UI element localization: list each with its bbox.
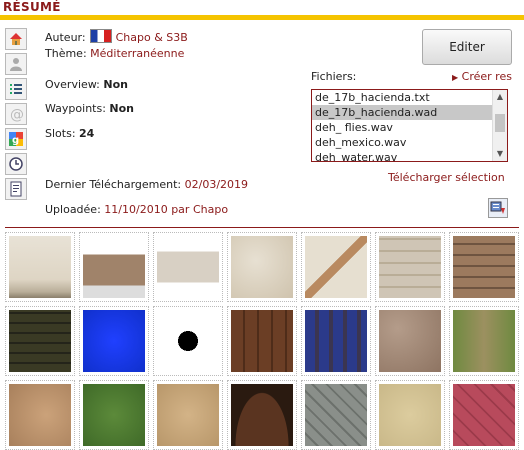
texture-thumbnail[interactable] xyxy=(301,232,371,302)
waypoints-label: Waypoints: xyxy=(45,102,106,115)
clock-icon[interactable] xyxy=(5,153,27,175)
stone-wall-light-texture xyxy=(379,236,441,298)
uploadee-label: Uploadée: xyxy=(45,203,101,216)
page-title: RÉSUMÉ xyxy=(3,0,61,14)
triangle-right-icon: ▶ xyxy=(452,73,459,82)
texture-thumbnail[interactable] xyxy=(375,306,445,376)
texture-thumbnail[interactable] xyxy=(5,380,75,450)
uploadee-row: Uploadée: 11/10/2010 par Chapo xyxy=(45,203,228,216)
texture-thumbnail[interactable] xyxy=(449,232,519,302)
green-grass-texture xyxy=(83,384,145,446)
fichiers-label: Fichiers: xyxy=(311,70,357,83)
texture-thumbnail[interactable] xyxy=(153,232,223,302)
at-icon[interactable]: @ xyxy=(5,103,27,125)
texture-thumbnail[interactable] xyxy=(227,232,297,302)
theme-value: Méditerranéenne xyxy=(90,47,185,60)
list-icon[interactable] xyxy=(5,78,27,100)
texture-thumbnail[interactable] xyxy=(79,380,149,450)
ruined-wall-dark-texture xyxy=(157,236,219,298)
file-item[interactable]: de_17b_hacienda.txt xyxy=(312,90,495,105)
auteur-value[interactable]: Chapo & S3B xyxy=(116,31,188,44)
texture-thumbnail[interactable] xyxy=(449,306,519,376)
cracked-mud-texture xyxy=(379,310,441,372)
gray-cobblestone-texture xyxy=(305,384,367,446)
creer-link[interactable]: ▶ Créer res xyxy=(452,70,512,83)
texture-thumbnail[interactable] xyxy=(301,306,371,376)
slots-label: Slots: xyxy=(45,127,76,140)
texture-thumbnail[interactable] xyxy=(301,380,371,450)
texture-thumbnail[interactable] xyxy=(375,232,445,302)
theme-row: Thème: Méditerranéenne xyxy=(45,47,184,60)
svg-text:@: @ xyxy=(10,107,24,122)
texture-thumbnail[interactable] xyxy=(153,380,223,450)
auteur-label: Auteur: xyxy=(45,31,86,44)
stained-plaster-texture xyxy=(231,236,293,298)
plaster-wall-texture xyxy=(9,236,71,298)
overview-label: Overview: xyxy=(45,78,100,91)
sandy-ground-texture xyxy=(157,384,219,446)
dry-cracked-earth-texture xyxy=(9,384,71,446)
document-icon[interactable] xyxy=(5,178,27,200)
theme-label: Thème: xyxy=(45,47,87,60)
user-icon[interactable] xyxy=(5,53,27,75)
texture-thumbnail[interactable] xyxy=(5,232,75,302)
waypoints-row: Waypoints: Non xyxy=(45,102,134,115)
scroll-thumb[interactable] xyxy=(495,114,505,132)
scroll-up-icon[interactable]: ▲ xyxy=(493,90,507,104)
france-flag-icon xyxy=(89,29,112,43)
arched-wooden-gate-texture xyxy=(231,384,293,446)
home-icon[interactable] xyxy=(5,28,27,50)
wooden-door-texture xyxy=(231,310,293,372)
auteur-row: Auteur: Chapo & S3B xyxy=(45,29,188,44)
texture-thumbnail[interactable] xyxy=(5,306,75,376)
overview-value: Non xyxy=(103,78,129,91)
blue-wood-fence-texture xyxy=(305,310,367,372)
file-item[interactable]: de_17b_hacienda.wad xyxy=(312,105,495,120)
title-underline xyxy=(0,15,524,20)
broken-brick-wall-texture xyxy=(83,236,145,298)
texture-thumbnail[interactable] xyxy=(79,306,149,376)
grass-dirt-texture xyxy=(453,310,515,372)
red-diamond-tile-texture xyxy=(453,384,515,446)
brown-brick-texture xyxy=(453,236,515,298)
cracked-plaster-texture xyxy=(305,236,367,298)
google-icon[interactable]: g xyxy=(5,128,27,150)
svg-text:g: g xyxy=(12,135,19,146)
telecharger-selection-link[interactable]: Télécharger sélection xyxy=(388,171,505,184)
file-list[interactable]: de_17b_hacienda.txt de_17b_hacienda.wad de… xyxy=(311,89,508,162)
download-icon[interactable] xyxy=(488,198,508,218)
texture-thumbnail[interactable] xyxy=(227,306,297,376)
blue-masked-texture-texture xyxy=(83,310,145,372)
section-divider xyxy=(5,227,519,228)
scroll-down-icon[interactable]: ▼ xyxy=(493,147,507,161)
texture-thumbnail[interactable] xyxy=(227,380,297,450)
texture-thumbnail[interactable] xyxy=(449,380,519,450)
slots-row: Slots: 24 xyxy=(45,127,94,140)
dernier-label: Dernier Téléchargement: xyxy=(45,178,182,191)
file-item[interactable]: deh_mexico.wav xyxy=(312,135,495,150)
overview-row: Overview: Non xyxy=(45,78,128,91)
black-square-texture xyxy=(157,310,219,372)
dernier-value: 02/03/2019 xyxy=(184,178,249,191)
creer-label: Créer res xyxy=(461,70,512,83)
file-item[interactable]: deh_ flies.wav xyxy=(312,120,495,135)
dark-wood-planks-texture xyxy=(9,310,71,372)
uploadee-value: 11/10/2010 par xyxy=(104,203,190,216)
waypoints-value: Non xyxy=(109,102,135,115)
file-item[interactable]: deh_water.wav xyxy=(312,150,495,161)
editer-button[interactable]: Editer xyxy=(422,29,512,65)
uploadee-user[interactable]: Chapo xyxy=(193,203,228,216)
texture-thumbnail[interactable] xyxy=(375,380,445,450)
file-list-scrollbar[interactable]: ▲ ▼ xyxy=(492,90,507,161)
texture-thumbnail[interactable] xyxy=(79,232,149,302)
texture-thumbnail[interactable] xyxy=(153,306,223,376)
pale-sand-texture xyxy=(379,384,441,446)
slots-value: 24 xyxy=(79,127,95,140)
sidebar: @ g xyxy=(5,28,31,203)
dernier-row: Dernier Téléchargement: 02/03/2019 xyxy=(45,178,248,191)
